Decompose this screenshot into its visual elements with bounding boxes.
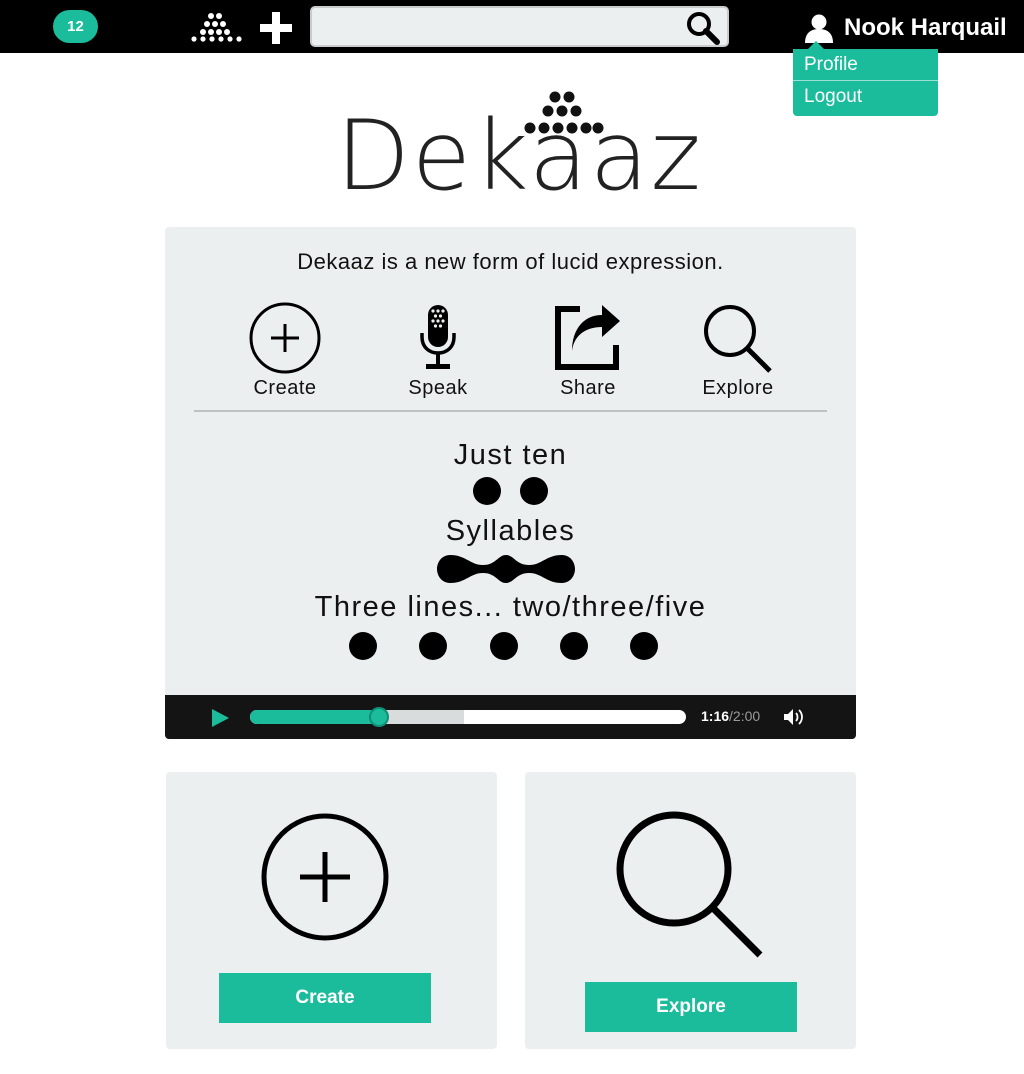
rule-line-2: Syllables bbox=[445, 515, 576, 547]
volume-icon[interactable] bbox=[783, 707, 805, 727]
play-icon[interactable] bbox=[209, 707, 231, 729]
time-display: 1:16/2:00 bbox=[701, 708, 760, 724]
share-icon bbox=[555, 305, 620, 370]
search-bar bbox=[310, 6, 729, 47]
rule-line-1: Just ten bbox=[453, 439, 568, 471]
top-bar: 12 Nook Harquail bbox=[0, 0, 1024, 53]
feature-explore-label: Explore bbox=[702, 377, 774, 399]
brand-name: Dekaaz bbox=[336, 100, 703, 212]
menu-item-logout[interactable]: Logout bbox=[793, 81, 938, 113]
intro-panel: Dekaaz is a new form of lucid expression… bbox=[165, 227, 856, 739]
feature-explore[interactable]: Explore bbox=[678, 301, 798, 400]
played-bar bbox=[250, 710, 380, 724]
create-button[interactable]: Create bbox=[219, 973, 431, 1023]
divider bbox=[194, 410, 827, 412]
notification-badge[interactable]: 12 bbox=[53, 10, 98, 43]
microphone-icon bbox=[420, 305, 456, 369]
progress-thumb[interactable] bbox=[369, 707, 390, 727]
duration: /2:00 bbox=[729, 708, 761, 724]
plus-circle-icon bbox=[249, 302, 321, 374]
rule-line-3: Three lines... two/three/five bbox=[314, 591, 707, 623]
brand-logo: Dekaaz bbox=[330, 86, 701, 206]
menu-item-profile[interactable]: Profile bbox=[793, 49, 938, 81]
explore-button[interactable]: Explore bbox=[585, 982, 797, 1032]
feature-share[interactable]: Share bbox=[528, 301, 648, 400]
user-name: Nook Harquail bbox=[844, 14, 1007, 41]
tagline: Dekaaz is a new form of lucid expression… bbox=[297, 249, 724, 274]
feature-create[interactable]: Create bbox=[225, 301, 345, 400]
plus-circle-icon bbox=[261, 813, 389, 941]
explore-card: Explore bbox=[525, 772, 856, 1049]
feature-speak[interactable]: Speak bbox=[378, 301, 498, 400]
user-dropdown-menu: Profile Logout bbox=[793, 41, 938, 116]
feature-speak-label: Speak bbox=[408, 377, 468, 399]
audio-player: 1:16/2:00 bbox=[165, 695, 856, 739]
feature-share-label: Share bbox=[560, 377, 616, 399]
two-dots-icon bbox=[473, 477, 548, 505]
feature-create-label: Create bbox=[253, 377, 317, 399]
magnifier-icon bbox=[704, 305, 772, 373]
progress-track[interactable] bbox=[250, 710, 686, 724]
search-input[interactable] bbox=[320, 14, 680, 40]
magnifier-icon bbox=[616, 811, 763, 958]
five-dots-icon bbox=[349, 632, 658, 660]
wave-icon bbox=[437, 555, 575, 583]
add-icon[interactable] bbox=[258, 10, 294, 46]
search-icon[interactable] bbox=[685, 10, 721, 46]
brand-dots-icon bbox=[524, 91, 604, 134]
create-card: Create bbox=[166, 772, 497, 1049]
user-icon bbox=[805, 14, 833, 43]
user-menu[interactable]: Nook Harquail bbox=[804, 12, 1007, 44]
dekaaz-logo-icon[interactable] bbox=[190, 12, 244, 42]
current-time: 1:16 bbox=[701, 708, 730, 724]
